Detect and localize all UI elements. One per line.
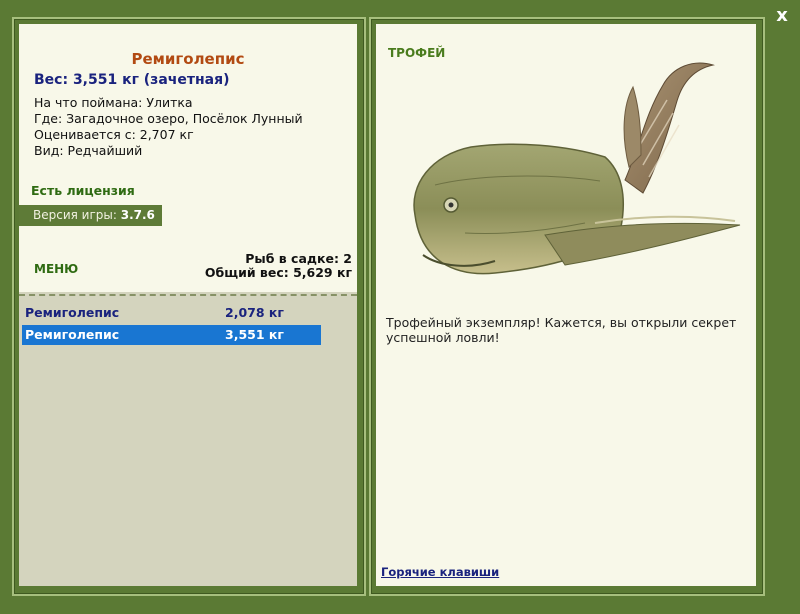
catch-row[interactable]: Ремиголепис 2,078 кг [22, 303, 321, 323]
catch-weight: 2,078 кг [225, 305, 284, 320]
license-status: Есть лицензия [31, 183, 135, 198]
fish-weight: Вес: 3,551 кг (зачетная) [34, 72, 230, 88]
version-label: Версия игры: [33, 208, 117, 222]
cage-total-weight: Общий вес: 5,629 кг [204, 265, 352, 280]
hotkeys-link[interactable]: Горячие клавиши [381, 565, 499, 579]
fish-kind: Вид: Редчайший [34, 143, 143, 158]
cage-summary: Рыб в садке: 2 Общий вес: 5,629 кг [205, 252, 352, 280]
close-icon[interactable]: x [772, 6, 792, 26]
catch-name: Ремиголепис [25, 305, 120, 320]
remigolepis-fish-image [413, 62, 741, 275]
trophy-description: Трофейный экземпляр! Кажется, вы открыли… [386, 315, 737, 345]
fish-name: Ремиголепис [131, 50, 245, 68]
cage-count: Рыб в садке: 2 [245, 251, 352, 266]
catch-name: Ремиголепис [25, 327, 120, 342]
fish-location: Где: Загадочное озеро, Посёлок Лунный [34, 111, 303, 126]
catch-row-selected[interactable]: Ремиголепис 3,551 кг [22, 325, 321, 345]
menu-button[interactable]: МЕНЮ [34, 262, 78, 276]
version-value: 3.7.6 [120, 208, 155, 222]
fish-bait: На что поймана: Улитка [34, 95, 193, 110]
divider [19, 294, 357, 296]
fish-rated-from: Оценивается с: 2,707 кг [34, 127, 194, 142]
catch-weight: 3,551 кг [225, 327, 284, 342]
game-version: Версия игры: 3.7.6 [19, 205, 162, 226]
